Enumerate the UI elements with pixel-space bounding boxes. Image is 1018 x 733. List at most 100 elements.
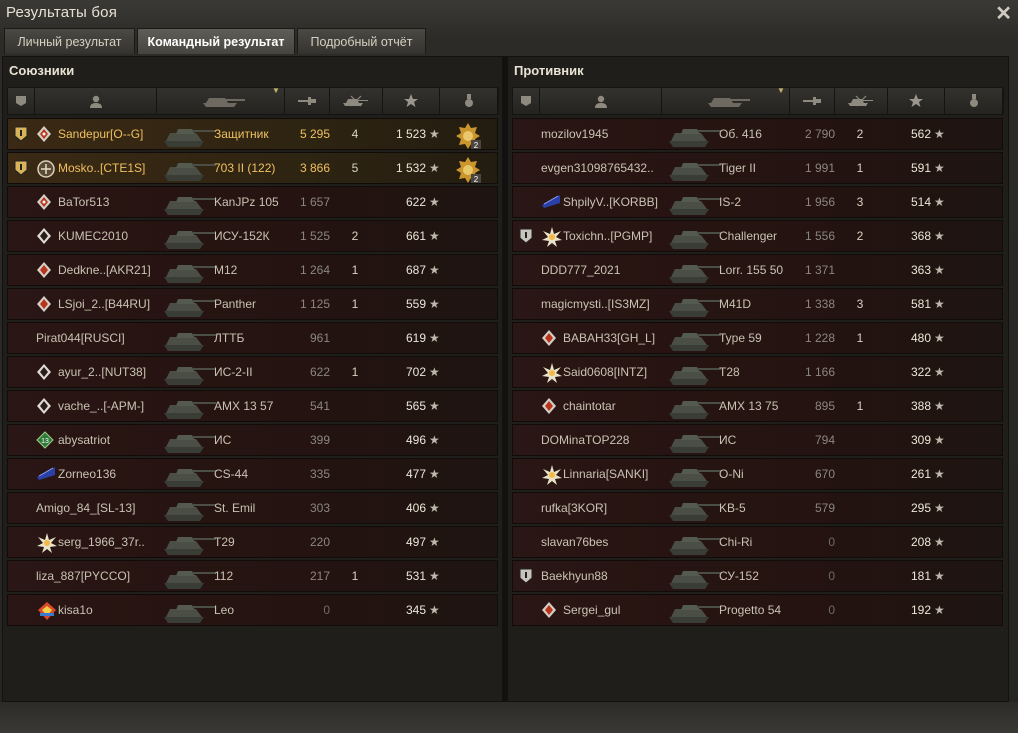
player-row[interactable]: ShpilyV..[KORBB] IS-2 1 956 3 514 ★ (512, 186, 1003, 218)
enemies-col-player-icon[interactable] (540, 88, 662, 114)
player-row[interactable]: evgen31098765432.. Tiger II 1 991 1 591 ★ (512, 152, 1003, 184)
player-row[interactable]: BaTor513 KanJPz 105 1 657 622 ★ (7, 186, 498, 218)
vehicle-name: 703 II (122) (214, 161, 276, 175)
player-name: Said0608[INTZ] (563, 365, 648, 379)
xp-value: 309 (910, 433, 931, 447)
allies-col-kills-icon[interactable] (330, 88, 383, 114)
xp-value: 497 (405, 535, 426, 549)
window-footer (0, 702, 1018, 733)
player-row[interactable]: Mosko..[CTE1S] 703 II (122) 3 866 5 1 532 ★ 2 (7, 152, 498, 184)
enemies-col-squad-icon[interactable] (513, 88, 540, 114)
tank-icon (663, 393, 723, 426)
xp-value: 687 (405, 263, 426, 277)
enemies-col-kills-icon[interactable] (835, 88, 888, 114)
damage-value: 1 125 (299, 297, 330, 311)
enemies-col-tank-icon[interactable]: ▼ (662, 86, 790, 114)
rank-badge-icon (541, 397, 557, 420)
xp-star-icon: ★ (934, 399, 945, 413)
damage-value: 335 (309, 467, 330, 481)
player-row[interactable]: Linnaria[SANKI] O-Ni 670 261 ★ (512, 458, 1003, 490)
player-name: LSjoi_2..[B44RU] (58, 297, 151, 311)
enemies-col-damage-icon[interactable] (790, 88, 835, 114)
tab-detailed-report[interactable]: Подробный отчёт (297, 28, 426, 54)
kills-value: 3 (856, 297, 864, 311)
damage-icon (297, 95, 317, 107)
enemies-col-medal-icon[interactable] (945, 88, 1004, 114)
tab-team-result[interactable]: Командный результат (137, 28, 295, 54)
player-row[interactable]: KUMEC2010 ИСУ-152К 1 525 2 661 ★ (7, 220, 498, 252)
vehicle-name: Lorr. 155 50 (719, 263, 784, 277)
svg-text:2: 2 (474, 175, 479, 184)
player-row[interactable]: mozilov1945 Об. 416 2 790 2 562 ★ (512, 118, 1003, 150)
vehicle-name: CS-44 (214, 467, 249, 481)
player-row[interactable]: rufka[3KOR] KB-5 579 295 ★ (512, 492, 1003, 524)
player-row[interactable]: chaintotar AMX 13 75 895 1 388 ★ (512, 390, 1003, 422)
damage-value: 794 (814, 433, 835, 447)
xp-star-icon: ★ (429, 535, 440, 549)
allies-col-damage-icon[interactable] (285, 88, 330, 114)
player-row[interactable]: LSjoi_2..[B44RU] Panther 1 125 1 559 ★ (7, 288, 498, 320)
player-name: evgen31098765432.. (541, 161, 654, 175)
player-row[interactable]: DDD777_2021 Lorr. 155 50 1 371 363 ★ (512, 254, 1003, 286)
player-row[interactable]: Said0608[INTZ] T28 1 166 322 ★ (512, 356, 1003, 388)
kills-value: 1 (856, 331, 864, 345)
player-row[interactable]: ayur_2..[NUT38] ИС-2-II 622 1 702 ★ (7, 356, 498, 388)
xp-star-icon: ★ (429, 229, 440, 243)
allies-col-medal-icon[interactable] (440, 88, 499, 114)
tank-icon (663, 359, 723, 392)
allies-col-tank-icon[interactable]: ▼ (157, 86, 285, 114)
xp-value: 368 (910, 229, 931, 243)
player-row[interactable]: liza_887[PYCCO] 112 217 1 531 ★ (7, 560, 498, 592)
xp-star-icon: ★ (429, 501, 440, 515)
player-row[interactable]: kisa1o Leo 0 345 ★ (7, 594, 498, 626)
vehicle-name: ИСУ-152К (214, 229, 270, 243)
damage-value: 1 657 (299, 195, 330, 209)
player-icon (594, 95, 607, 108)
player-row[interactable]: Sandepur[O--G] Защитник 5 295 4 1 523 ★ 2 (7, 118, 498, 150)
vehicle-name: Challenger (719, 229, 778, 243)
vehicle-name: СУ-152 (719, 569, 759, 583)
player-row[interactable]: Sergei_gul Progetto 54 0 192 ★ (512, 594, 1003, 626)
tab-personal-result[interactable]: Личный результат (4, 28, 135, 54)
medal-icon[interactable]: 2 (454, 156, 482, 189)
player-row[interactable]: Pirat044[RUSCI] ЛТТБ 961 619 ★ (7, 322, 498, 354)
player-row[interactable]: DOMinaTOP228 ИС 794 309 ★ (512, 424, 1003, 456)
vehicle-name: M12 (214, 263, 238, 277)
xp-value: 622 (405, 195, 426, 209)
kills-value (335, 323, 375, 353)
player-row[interactable]: 13 abysatriot ИС 399 496 ★ (7, 424, 498, 456)
player-row[interactable]: Dedkne..[AKR21] M12 1 264 1 687 ★ (7, 254, 498, 286)
xp-star-icon: ★ (429, 467, 440, 481)
xp-star-icon: ★ (934, 297, 945, 311)
player-row[interactable]: Baekhyun88 СУ-152 0 181 ★ (512, 560, 1003, 592)
allies-col-player-icon[interactable] (35, 88, 157, 114)
squad-icon (15, 95, 27, 107)
damage-value: 1 264 (299, 263, 330, 277)
player-row[interactable]: vache_..[-APM-] AMX 13 57 541 565 ★ (7, 390, 498, 422)
close-icon[interactable]: ✕ (995, 1, 1012, 26)
xp-star-icon: ★ (934, 433, 945, 447)
player-row[interactable]: Toxichn..[PGMP] Challenger 1 556 2 368 ★ (512, 220, 1003, 252)
player-row[interactable]: Zorneo136 CS-44 335 477 ★ (7, 458, 498, 490)
xp-star-icon: ★ (934, 569, 945, 583)
player-row[interactable]: slavan76bes Chi-Ri 0 208 ★ (512, 526, 1003, 558)
player-name: DDD777_2021 (541, 263, 621, 277)
kills-value (335, 595, 375, 625)
tank-icon (193, 94, 249, 108)
player-row[interactable]: magicmysti..[IS3MZ] M41D 1 338 3 581 ★ (512, 288, 1003, 320)
kills-value: 2 (351, 229, 359, 243)
player-row[interactable]: BABAH33[GH_L] Type 59 1 228 1 480 ★ (512, 322, 1003, 354)
enemies-col-xp-star-icon[interactable] (888, 88, 945, 114)
xp-value: 514 (910, 195, 931, 209)
player-row[interactable]: Amigo_84_[SL-13] St. Emil 303 406 ★ (7, 492, 498, 524)
damage-value: 0 (323, 603, 330, 617)
allies-col-squad-icon[interactable] (8, 88, 35, 114)
vehicle-name: Type 59 (719, 331, 762, 345)
tank-icon (663, 495, 723, 528)
kills-value (840, 255, 880, 285)
allies-col-xp-star-icon[interactable] (383, 88, 440, 114)
damage-value: 670 (814, 467, 835, 481)
xp-value: 388 (910, 399, 931, 413)
player-row[interactable]: serg_1966_37r.. T29 220 497 ★ (7, 526, 498, 558)
medal-icon[interactable]: 2 (454, 122, 482, 155)
